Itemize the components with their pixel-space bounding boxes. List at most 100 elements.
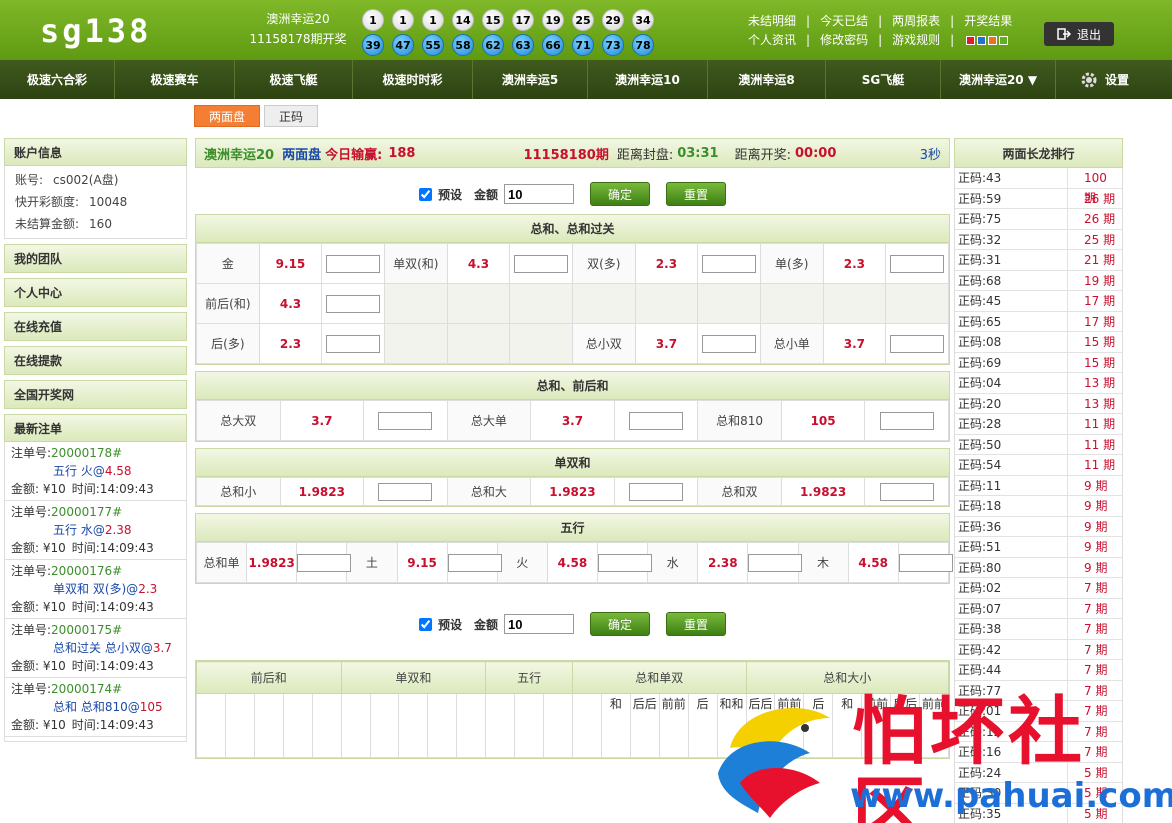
bet-amount-input[interactable] (702, 254, 757, 273)
section-sum-frontback-table: 总大双 3.7 总大单 3.7 总和810 105 (196, 400, 949, 441)
header-link[interactable]: 未结明细 (748, 12, 796, 31)
bet-number[interactable]: 20000175# (51, 623, 122, 637)
nav-item[interactable]: 极速时时彩 (353, 60, 473, 99)
watermark: 怕坏社区 www.pahuai.com (710, 688, 1172, 823)
bet-label: 注单号: (11, 564, 52, 578)
logout-button[interactable]: 退出 (1044, 22, 1114, 46)
bet-number[interactable]: 20000178# (51, 446, 122, 460)
sidebar-menu-item[interactable]: 在线充值 (4, 312, 187, 341)
bet-item-odds[interactable]: 2.3 (822, 243, 887, 284)
sidebar-menu-item[interactable]: 个人中心 (4, 278, 187, 307)
header-link[interactable]: 今天已结 (820, 12, 868, 31)
bet-number[interactable]: 20000174# (51, 682, 122, 696)
header-link[interactable]: 游戏规则 (892, 31, 940, 50)
history-cell (311, 693, 342, 758)
nav-item[interactable]: 澳洲幸运20 ▼ (941, 60, 1056, 99)
bet-item-odds[interactable]: 3.7 (279, 400, 365, 441)
skin-color-swatch[interactable] (999, 36, 1009, 45)
preset-checkbox-bottom[interactable] (418, 617, 432, 631)
bet-item-odds[interactable]: 3.7 (634, 323, 699, 364)
bet-amount-input[interactable] (702, 334, 757, 353)
nav-item[interactable]: 澳洲幸运8 (708, 60, 826, 99)
skin-color-swatch[interactable] (988, 36, 998, 45)
bet-amount-input[interactable] (378, 411, 433, 430)
bet-item-odds[interactable]: 4.58 (546, 542, 599, 583)
bet-number[interactable]: 20000177# (51, 505, 122, 519)
nav-item[interactable]: 极速六合彩 (0, 60, 115, 99)
sidebar-menu-item[interactable]: 全国开奖网 (4, 380, 187, 409)
nav-item[interactable]: 澳洲幸运10 (588, 60, 708, 99)
bet-amount-input[interactable] (598, 553, 652, 572)
rank-row: 正码:65 17 期 (955, 311, 1122, 332)
bet-input-cell (363, 400, 448, 441)
tab-liangmian[interactable]: 两面盘 (194, 105, 261, 127)
bet-amount-input[interactable] (297, 553, 352, 572)
bet-amount-input[interactable] (629, 411, 683, 430)
bet-number[interactable]: 20000173# (51, 741, 122, 742)
bet-amount-input[interactable] (326, 254, 381, 273)
bet-amount-input[interactable] (879, 411, 934, 430)
rank-item: 正码:45 (955, 291, 1068, 311)
confirm-button[interactable]: 确定 (590, 182, 651, 206)
sidebar-menu-item[interactable]: 在线提款 (4, 346, 187, 375)
bet-item-odds[interactable]: 3.7 (822, 323, 887, 364)
preset-checkbox[interactable] (418, 187, 432, 201)
bet-item-odds[interactable]: 1.9823 (780, 477, 866, 506)
nav-item[interactable]: 极速赛车 (115, 60, 235, 99)
bet-amount-input[interactable] (748, 553, 803, 572)
nav-item[interactable]: 极速飞艇 (235, 60, 353, 99)
bet-item-odds[interactable]: 2.3 (258, 323, 323, 364)
bet-item-label: 前后(和) (196, 283, 260, 324)
rank-count: 9 期 (1084, 499, 1108, 513)
rank-item: 正码:43 (955, 168, 1068, 188)
skin-color-swatch[interactable] (966, 36, 976, 45)
confirm-button-bottom[interactable]: 确定 (590, 612, 651, 636)
bet-item-odds[interactable]: 4.58 (847, 542, 899, 583)
bet-amount-input[interactable] (447, 553, 502, 572)
bet-amount-input[interactable] (898, 553, 953, 572)
game-mode: 两面盘 (282, 147, 322, 163)
rank-row: 正码:45 17 期 (955, 291, 1122, 312)
bet-amount-input[interactable] (326, 294, 381, 313)
bet-desc: 总和过关 总小双@ (53, 641, 153, 655)
bet-amount-input[interactable] (326, 334, 381, 353)
tab-zhengma[interactable]: 正码 (264, 105, 319, 127)
gear-icon (1081, 72, 1097, 87)
refresh-timer[interactable]: 3秒 (920, 144, 941, 163)
bet-amount-input[interactable] (890, 254, 945, 273)
reset-button[interactable]: 重置 (666, 182, 727, 206)
bet-row: 后(多) 2.3 总小双 3.7 总小单 3.7 (196, 323, 949, 364)
reset-button-bottom[interactable]: 重置 (666, 612, 727, 636)
bet-item-odds[interactable]: 4.3 (446, 243, 511, 284)
bet-amount-input[interactable] (890, 334, 945, 353)
sidebar-menu-item[interactable]: 我的团队 (4, 244, 187, 273)
header-link[interactable]: 个人资讯 (748, 31, 796, 50)
bet-item-odds[interactable]: 9.15 (396, 542, 448, 583)
amount-input[interactable] (504, 184, 575, 204)
bet-item-odds[interactable]: 1.9823 (530, 477, 615, 506)
bet-item-odds[interactable]: 2.38 (697, 542, 749, 583)
nav-item[interactable]: 澳洲幸运5 (473, 60, 588, 99)
bet-amount-input[interactable] (378, 482, 433, 501)
header-link[interactable]: 开奖结果 (964, 12, 1012, 31)
bet-number-row: 注单号:20000177# (11, 503, 180, 521)
bet-item-odds[interactable]: 1.9823 (279, 477, 365, 506)
account-key: 快开彩额度: (15, 195, 80, 209)
bet-amount-input[interactable] (514, 254, 569, 273)
bet-item-odds[interactable]: 105 (780, 400, 866, 441)
header-link[interactable]: 两周报表 (892, 12, 940, 31)
bet-item-odds[interactable]: 3.7 (530, 400, 615, 441)
bet-number[interactable]: 20000176# (51, 564, 122, 578)
bet-amount-input[interactable] (629, 482, 683, 501)
header-link[interactable]: 修改密码 (820, 31, 868, 50)
bet-item-odds[interactable]: 9.15 (258, 243, 323, 284)
amount-input-bottom[interactable] (504, 614, 575, 634)
nav-item[interactable]: SG飞艇 (826, 60, 941, 99)
skin-color-swatch[interactable] (977, 36, 987, 45)
bet-amount-input[interactable] (879, 482, 934, 501)
nav-settings[interactable]: 设置 (1056, 60, 1152, 99)
bet-item-label: 火 (496, 542, 548, 583)
bet-item-odds[interactable]: 1.9823 (246, 542, 298, 583)
bet-item-odds[interactable]: 2.3 (634, 243, 699, 284)
bet-item-odds[interactable]: 4.3 (258, 283, 323, 324)
